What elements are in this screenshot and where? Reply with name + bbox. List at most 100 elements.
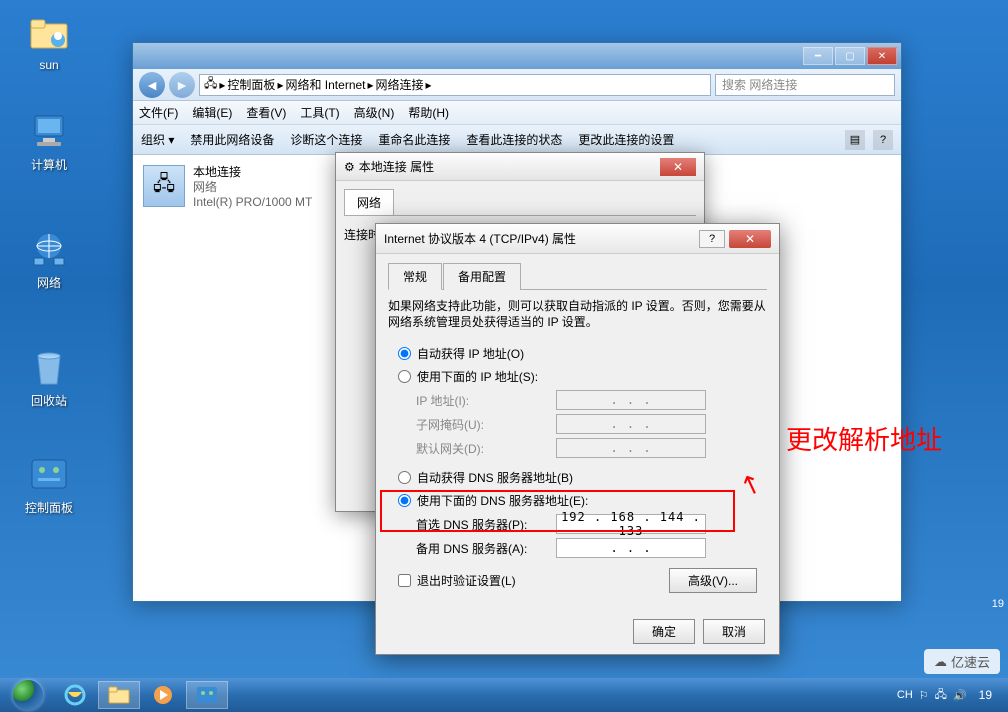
close-button[interactable]: ✕ <box>660 158 696 176</box>
radio-input[interactable] <box>398 494 411 507</box>
menu-edit[interactable]: 编辑(E) <box>192 104 232 121</box>
dialog-title: ⚙ 本地连接 属性 ✕ <box>336 153 704 181</box>
cloud-icon: ☁ <box>934 654 947 670</box>
desktop-icon-computer[interactable]: 计算机 <box>14 112 84 173</box>
radio-manual-ip[interactable]: 使用下面的 IP 地址(S): <box>388 365 767 388</box>
ok-button[interactable]: 确定 <box>633 619 695 644</box>
view-icon[interactable]: ▤ <box>845 130 865 150</box>
radio-auto-ip[interactable]: 自动获得 IP 地址(O) <box>388 342 767 365</box>
ip-address-input: . . . <box>556 390 706 410</box>
field-alt-dns: 备用 DNS 服务器(A): . . . <box>388 536 767 560</box>
recyclebin-icon <box>29 348 69 388</box>
menu-advanced[interactable]: 高级(N) <box>354 104 395 121</box>
radio-input[interactable] <box>398 347 411 360</box>
page-count: 19 <box>992 598 1004 610</box>
minimize-button[interactable]: ━ <box>803 47 833 65</box>
tab-row: 网络 <box>344 189 696 216</box>
breadcrumb-item[interactable]: 网络连接 <box>376 76 424 93</box>
folder-icon <box>29 14 69 54</box>
radio-auto-dns[interactable]: 自动获得 DNS 服务器地址(B) <box>388 466 767 489</box>
tab-row: 常规 备用配置 <box>388 262 767 290</box>
close-button[interactable]: ✕ <box>867 47 897 65</box>
toolbar-status[interactable]: 查看此连接的状态 <box>466 131 562 148</box>
clock[interactable]: 19 <box>973 688 998 702</box>
dialog-title: Internet 协议版本 4 (TCP/IPv4) 属性 ? ✕ <box>376 224 779 254</box>
breadcrumb-icon: 🖧 <box>204 74 217 95</box>
computer-icon <box>29 112 69 152</box>
desktop-icon-recyclebin[interactable]: 回收站 <box>14 348 84 409</box>
connection-adapter: Intel(R) PRO/1000 MT <box>193 195 312 210</box>
icon-label: 计算机 <box>14 156 84 173</box>
field-subnet: 子网掩码(U): . . . <box>388 412 767 436</box>
breadcrumb-item[interactable]: 控制面板 <box>227 76 275 93</box>
tab-general[interactable]: 常规 <box>388 263 442 290</box>
address-bar: ◄ ► 🖧 ▸ 控制面板 ▸ 网络和 Internet ▸ 网络连接 ▸ 搜索 … <box>133 69 901 101</box>
help-button[interactable]: ? <box>699 230 725 248</box>
advanced-button[interactable]: 高级(V)... <box>669 568 757 593</box>
alt-dns-input[interactable]: . . . <box>556 538 706 558</box>
icon-label: 网络 <box>14 274 84 291</box>
maximize-button[interactable]: ▢ <box>835 47 865 65</box>
connection-icon: 🖧 <box>143 165 185 207</box>
taskbar-ie-icon[interactable] <box>54 681 96 709</box>
taskbar-controlpanel-icon[interactable] <box>186 681 228 709</box>
desktop-icon-controlpanel[interactable]: 控制面板 <box>14 455 84 516</box>
connection-status: 网络 <box>193 180 312 195</box>
toolbar-rename[interactable]: 重命名此连接 <box>378 131 450 148</box>
subnet-input: . . . <box>556 414 706 434</box>
forward-button[interactable]: ► <box>169 72 195 98</box>
radio-manual-dns[interactable]: 使用下面的 DNS 服务器地址(E): <box>388 489 767 512</box>
tray-volume-icon[interactable]: 🔊 <box>953 689 967 702</box>
cancel-button[interactable]: 取消 <box>703 619 765 644</box>
breadcrumb-item[interactable]: 网络和 Internet <box>285 76 365 93</box>
desktop-icon-network[interactable]: 网络 <box>14 230 84 291</box>
radio-input[interactable] <box>398 370 411 383</box>
icon-label: 控制面板 <box>14 499 84 516</box>
help-icon[interactable]: ? <box>873 130 893 150</box>
breadcrumb-sep: ▸ <box>368 78 374 92</box>
watermark: ☁ 亿速云 <box>924 649 1000 674</box>
field-gateway: 默认网关(D): . . . <box>388 436 767 460</box>
toolbar-settings[interactable]: 更改此连接的设置 <box>578 131 674 148</box>
taskbar: CH ⚐ 🖧 🔊 19 <box>0 678 1008 712</box>
toolbar-organize[interactable]: 组织 ▾ <box>141 131 174 148</box>
tray-flag-icon[interactable]: ⚐ <box>919 689 929 702</box>
back-button[interactable]: ◄ <box>139 72 165 98</box>
checkbox-input[interactable] <box>398 574 411 587</box>
toolbar-disable[interactable]: 禁用此网络设备 <box>190 131 274 148</box>
controlpanel-icon <box>29 455 69 495</box>
preferred-dns-input[interactable]: 192 . 168 . 144 . 133 <box>556 514 706 534</box>
start-orb-icon <box>13 680 43 710</box>
menu-file[interactable]: 文件(F) <box>139 104 178 121</box>
ime-indicator[interactable]: CH <box>897 689 913 701</box>
menubar: 文件(F) 编辑(E) 查看(V) 工具(T) 高级(N) 帮助(H) <box>133 101 901 125</box>
menu-help[interactable]: 帮助(H) <box>408 104 449 121</box>
field-preferred-dns: 首选 DNS 服务器(P): 192 . 168 . 144 . 133 <box>388 512 767 536</box>
menu-tools[interactable]: 工具(T) <box>300 104 339 121</box>
breadcrumb-sep: ▸ <box>426 78 432 92</box>
titlebar: ━ ▢ ✕ <box>133 43 901 69</box>
toolbar: 组织 ▾ 禁用此网络设备 诊断这个连接 重命名此连接 查看此连接的状态 更改此连… <box>133 125 901 155</box>
desktop-icon-sun[interactable]: sun <box>14 14 84 72</box>
icon-label: sun <box>14 58 84 72</box>
icon-label: 回收站 <box>14 392 84 409</box>
checkbox-validate[interactable]: 退出时验证设置(L) 高级(V)... <box>388 560 767 601</box>
toolbar-diagnose[interactable]: 诊断这个连接 <box>290 131 362 148</box>
start-button[interactable] <box>4 680 52 710</box>
menu-view[interactable]: 查看(V) <box>246 104 286 121</box>
system-tray: CH ⚐ 🖧 🔊 19 <box>897 686 1004 705</box>
search-input[interactable]: 搜索 网络连接 <box>715 74 895 96</box>
radio-input[interactable] <box>398 471 411 484</box>
gateway-input: . . . <box>556 438 706 458</box>
description-text: 如果网络支持此功能，则可以获取自动指派的 IP 设置。否则，您需要从网络系统管理… <box>388 298 767 330</box>
tab-network[interactable]: 网络 <box>344 189 394 215</box>
connection-name: 本地连接 <box>193 165 312 180</box>
taskbar-mediaplayer-icon[interactable] <box>142 681 184 709</box>
tray-network-icon[interactable]: 🖧 <box>935 686 947 705</box>
close-button[interactable]: ✕ <box>729 230 771 248</box>
tab-alt-config[interactable]: 备用配置 <box>443 263 521 290</box>
network-icon <box>29 230 69 270</box>
ipv4-properties-dialog: Internet 协议版本 4 (TCP/IPv4) 属性 ? ✕ 常规 备用配… <box>375 223 780 655</box>
breadcrumb[interactable]: 🖧 ▸ 控制面板 ▸ 网络和 Internet ▸ 网络连接 ▸ <box>199 74 711 96</box>
taskbar-explorer-icon[interactable] <box>98 681 140 709</box>
